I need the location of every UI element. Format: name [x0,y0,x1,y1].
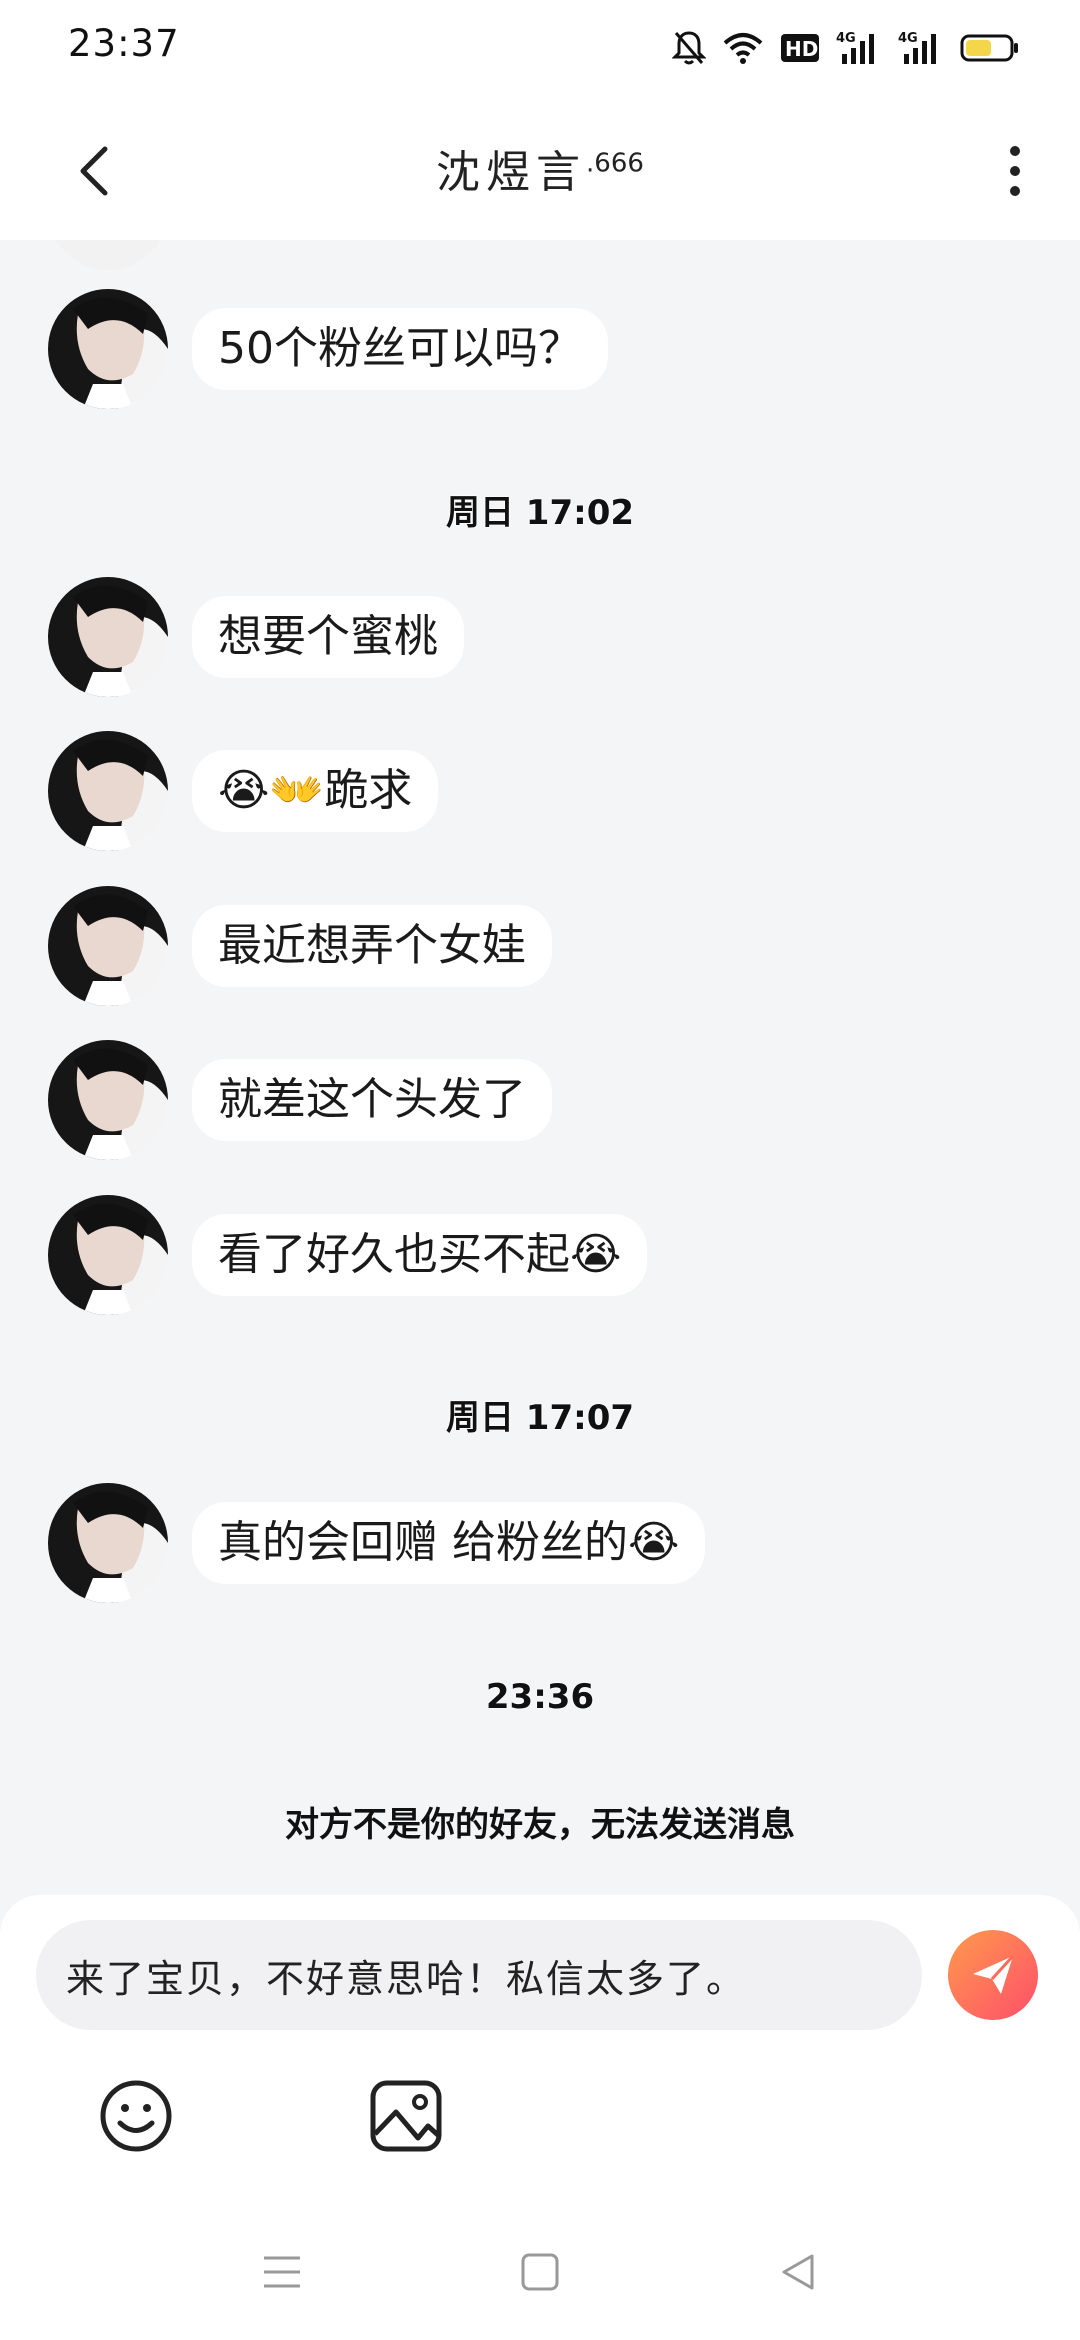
contact-name: 沈煜言 [436,147,587,198]
message-row: 最近想弄个女娃 [48,886,552,1006]
system-notice: 对方不是你的好友，无法发送消息 [285,1805,795,1845]
message-row: 😭👐跪求 [48,731,439,851]
menu-nav-button[interactable] [252,2242,312,2302]
message-bubble[interactable]: 最近想弄个女娃 [192,905,552,987]
message-bubble[interactable]: 看了好久也买不起😭 [192,1214,648,1296]
message-bubble[interactable]: 😭👐跪求 [192,750,439,832]
avatar[interactable] [48,240,168,270]
message-bubble[interactable]: 50个粉丝可以吗？ [192,308,608,390]
smiley-icon [100,2080,172,2152]
status-icons: HD 4G 4G [672,26,1020,70]
image-icon [370,2080,442,2152]
message-bubble[interactable]: 就差这个头发了 [192,1059,552,1141]
timestamp: 周日 17:07 [445,1398,635,1438]
avatar[interactable] [48,886,168,1006]
status-bar: 23:37 HD 4G 4G [0,0,1080,100]
net-label: 4G [898,31,918,46]
send-icon [973,1954,1015,1994]
triangle-back-icon [782,2254,814,2290]
menu-icon [264,2256,300,2288]
chat-title: 沈煜言.666 [0,136,1080,200]
home-nav-button[interactable] [510,2242,570,2302]
avatar[interactable] [48,289,168,409]
message-bubble[interactable]: 真的会回赠 给粉丝的😭 [192,1502,706,1584]
message-bubble[interactable]: 想要个蜜桃 [192,596,464,678]
bell-off-icon [672,29,706,67]
avatar[interactable] [48,1195,168,1315]
message-row: 50个粉丝可以吗？ [48,289,608,409]
status-time: 23:37 [68,22,180,65]
image-button[interactable] [368,2078,444,2154]
chat-header: 沈煜言.666 [0,100,1080,240]
signal-4g-icon: 4G [836,30,882,66]
message-row: 看了好久也买不起😭 [48,1195,648,1315]
emoji-button[interactable] [98,2078,174,2154]
avatar[interactable] [48,731,168,851]
message-row: 就差这个头发了 [48,1040,552,1160]
message-list[interactable]: 50个粉丝可以吗？ 周日 17:02 想要个蜜桃 😭👐跪求 最近想弄个女娃 就差… [0,240,1080,1900]
system-nav-bar [0,2230,1080,2310]
message-row: 想要个蜜桃 [48,577,464,697]
battery-icon [960,32,1020,64]
hd-label: HD [785,37,818,61]
signal-4g-icon: 4G [898,30,944,66]
message-row: 真的会回赠 给粉丝的😭 [48,1483,706,1603]
message-input[interactable] [36,1920,922,2030]
avatar[interactable] [48,1040,168,1160]
wifi-icon [722,31,764,65]
avatar[interactable] [48,577,168,697]
net-label: 4G [836,31,856,46]
timestamp: 周日 17:02 [445,493,635,533]
contact-name-suffix: .666 [586,148,644,179]
home-square-icon [521,2253,559,2291]
chat-screen: 23:37 HD 4G 4G 沈煜言.666 50个粉丝可以吗？ 周日 17:0… [0,0,1080,2340]
more-vertical-icon [1010,146,1020,196]
hd-icon: HD [780,32,820,64]
send-button[interactable] [948,1930,1038,2020]
back-nav-button[interactable] [768,2242,828,2302]
timestamp: 23:36 [485,1677,595,1717]
avatar[interactable] [48,1483,168,1603]
more-options-button[interactable] [990,136,1040,206]
